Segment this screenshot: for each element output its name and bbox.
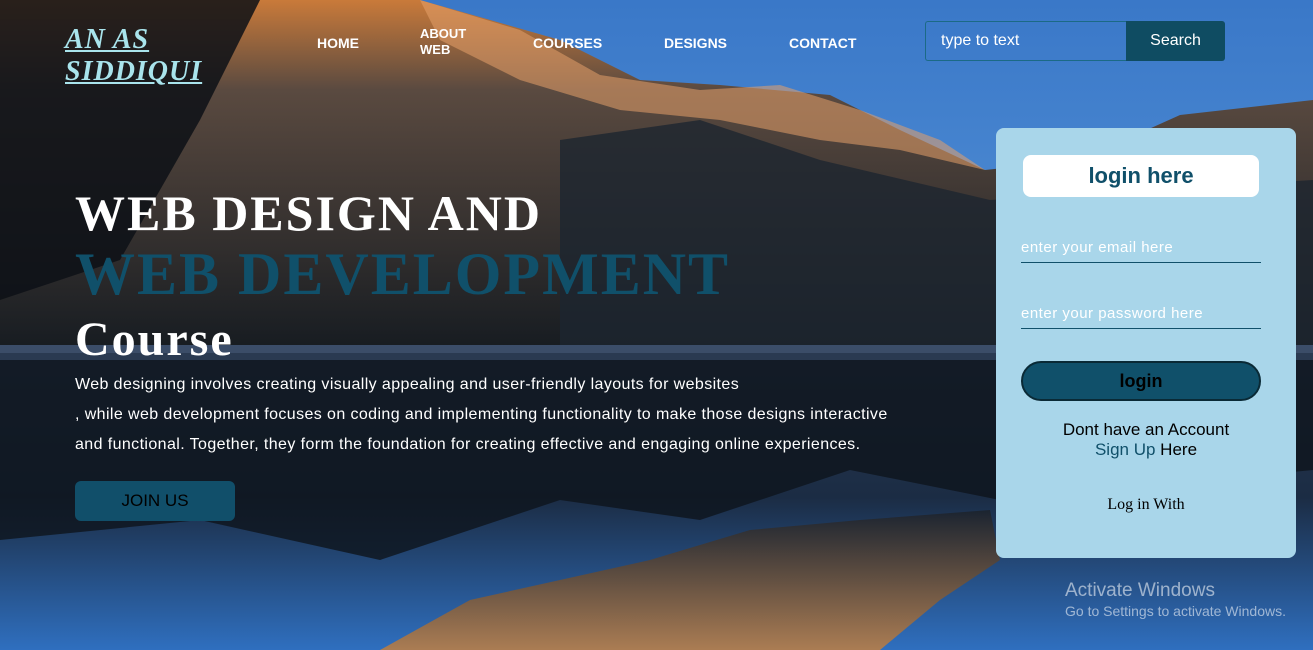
hero-description-line3: and functional. Together, they form the …	[75, 436, 861, 453]
email-field[interactable]	[1021, 233, 1261, 263]
nav-home-link[interactable]: HOME	[317, 35, 359, 51]
search-box: Search	[925, 21, 1225, 61]
hero-title-line1: WEB DESIGN AND	[75, 185, 542, 241]
nav-about-web-link[interactable]: ABOUT WEB	[420, 26, 466, 58]
nav-contact-link[interactable]: CONTACT	[789, 35, 856, 51]
nav-about-web-line2: WEB	[420, 42, 451, 57]
search-button[interactable]: Search	[1126, 21, 1225, 61]
brand-logo-line2: SIDDIQUI	[65, 56, 203, 87]
login-card: login here login Dont have an Account Si…	[996, 128, 1296, 558]
signup-prompt: Dont have an Account Sign Up Here	[996, 420, 1296, 460]
hero-description-line2: , while web development focuses on codin…	[75, 406, 888, 423]
no-account-text: Dont have an Account	[1062, 420, 1230, 439]
login-card-title: login here	[1023, 155, 1259, 197]
nav-designs-link[interactable]: DESIGNS	[664, 35, 727, 51]
hero-title-line2: WEB DEVELOPMENT	[75, 241, 731, 307]
join-us-button[interactable]: JOIN US	[75, 481, 235, 521]
activate-windows-title: Activate Windows	[1065, 580, 1215, 601]
brand-logo[interactable]: AN AS SIDDIQUI	[65, 24, 235, 88]
brand-logo-line1: AN AS	[65, 24, 150, 55]
activate-windows-watermark: Activate Windows Go to Settings to activ…	[1065, 580, 1286, 620]
hero-description-line1: Web designing involves creating visually…	[75, 376, 740, 393]
log-in-with-text: Log in With	[1107, 496, 1185, 513]
sign-up-suffix: Here	[1155, 440, 1198, 459]
nav-about-web-line1: ABOUT	[420, 26, 467, 41]
search-input[interactable]	[925, 21, 1126, 61]
nav-courses-link[interactable]: COURSES	[533, 35, 602, 51]
activate-windows-subtitle: Go to Settings to activate Windows.	[1065, 603, 1286, 619]
hero-description: Web designing involves creating visually…	[75, 370, 985, 460]
sign-up-link[interactable]: Sign Up	[1095, 440, 1155, 459]
hero-title-line3: Course	[75, 313, 234, 366]
login-button[interactable]: login	[1021, 361, 1261, 401]
password-field[interactable]	[1021, 299, 1261, 329]
